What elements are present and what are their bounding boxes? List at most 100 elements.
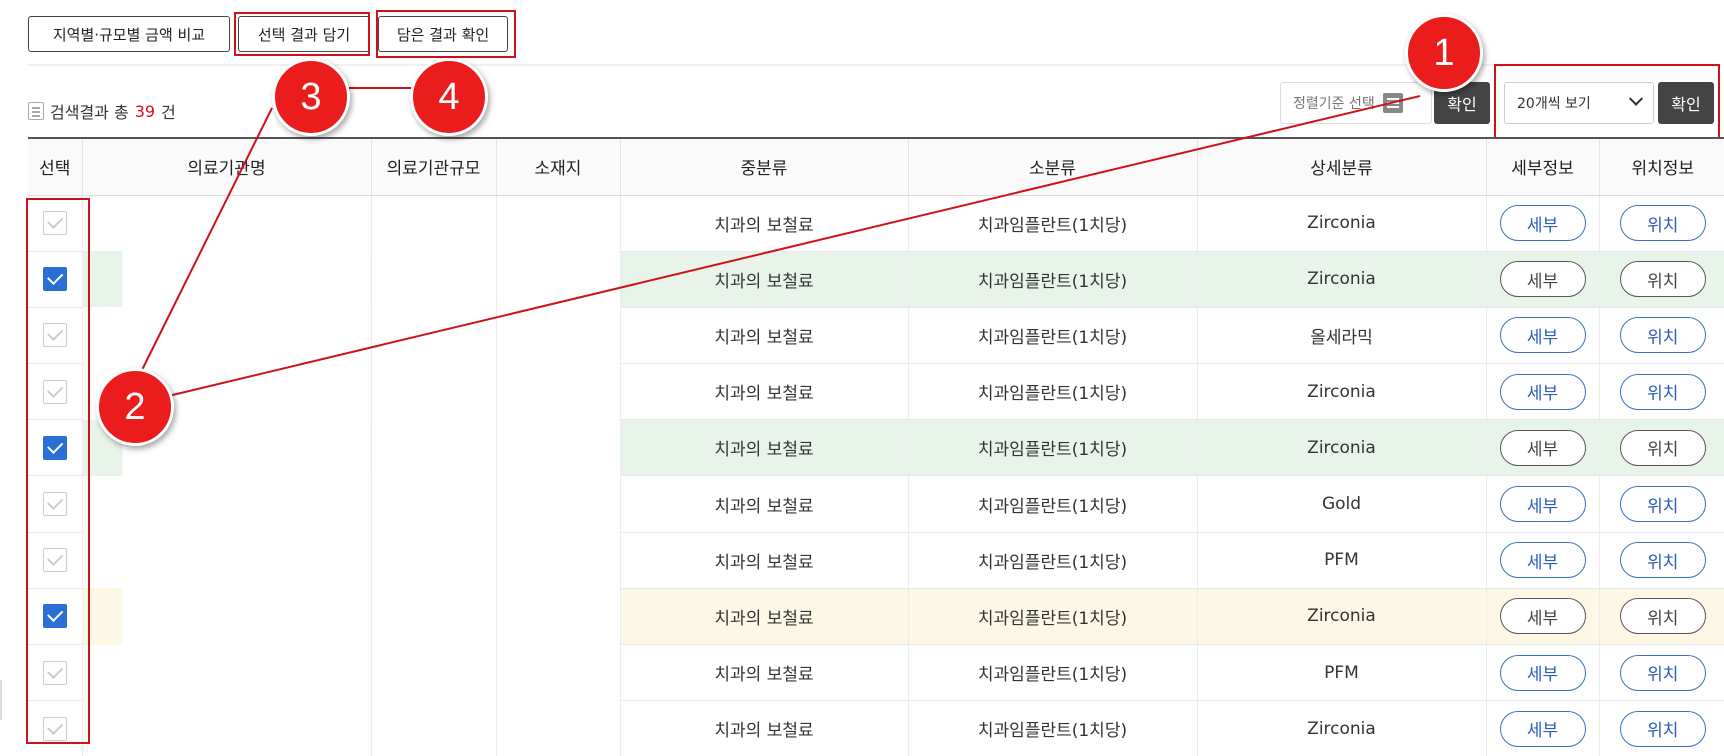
annotation-badge-4: 4 <box>410 58 488 136</box>
detail-category-cell: Zirconia <box>1197 700 1487 756</box>
location-button[interactable]: 위치 <box>1619 710 1706 747</box>
sort-placeholder: 정렬기준 선택 <box>1293 96 1375 112</box>
sub-category-cell: 치과임플란트(1치당) <box>908 532 1198 589</box>
table-row: 치과의 보철료 치과임플란트(1치당) Zirconia 세부 위치 <box>28 419 1724 477</box>
detail-category-cell: Zirconia <box>1197 419 1487 477</box>
select-cell <box>28 307 83 365</box>
location-info-cell: 위치 <box>1599 588 1724 646</box>
detail-info-cell: 세부 <box>1486 700 1600 756</box>
detail-button[interactable]: 세부 <box>1499 261 1586 298</box>
detail-button[interactable]: 세부 <box>1499 205 1586 242</box>
row-checkbox[interactable] <box>42 548 67 573</box>
annotation-badge-3: 3 <box>272 58 350 136</box>
location-info-cell: 위치 <box>1599 363 1724 421</box>
column-header: 선택 <box>28 137 83 196</box>
table-row: 치과의 보철료 치과임플란트(1치당) Zirconia 세부 위치 <box>28 251 1724 308</box>
mid-category-cell: 치과의 보철료 <box>620 419 909 477</box>
row-checkbox[interactable] <box>42 435 67 460</box>
institution-size-cell <box>371 532 497 589</box>
annotation-badge-2: 2 <box>96 368 174 446</box>
detail-button[interactable]: 세부 <box>1499 710 1586 747</box>
location-info-cell: 위치 <box>1599 251 1724 308</box>
view-saved-button[interactable]: 담은 결과 확인 <box>378 16 508 52</box>
location-button[interactable]: 위치 <box>1619 373 1706 410</box>
row-checkbox[interactable] <box>42 323 67 348</box>
institution-size-cell <box>371 588 497 645</box>
institution-name-cell <box>82 195 372 252</box>
institution-size-cell <box>371 307 497 364</box>
document-icon <box>28 102 44 120</box>
location-button[interactable]: 위치 <box>1619 654 1706 691</box>
detail-button[interactable]: 세부 <box>1499 486 1586 523</box>
location-button[interactable]: 위치 <box>1619 429 1706 466</box>
page-edge <box>0 680 2 720</box>
location-info-cell: 위치 <box>1599 419 1724 477</box>
select-cell <box>28 195 83 252</box>
location-cell <box>496 532 621 589</box>
location-cell <box>496 195 621 252</box>
compare-button[interactable]: 지역별·규모별 금액 비교 <box>28 16 230 52</box>
institution-size-cell <box>371 363 497 420</box>
page-size-confirm-button[interactable]: 확인 <box>1658 82 1714 124</box>
location-info-cell: 위치 <box>1599 700 1724 756</box>
detail-category-cell: Zirconia <box>1197 363 1487 421</box>
detail-button[interactable]: 세부 <box>1499 654 1586 691</box>
row-checkbox[interactable] <box>42 211 67 236</box>
location-button[interactable]: 위치 <box>1619 205 1706 242</box>
sub-category-cell: 치과임플란트(1치당) <box>908 700 1198 756</box>
column-header: 소재지 <box>496 137 621 196</box>
row-checkbox[interactable] <box>42 660 67 685</box>
result-summary: 검색결과 총 39 건 <box>28 99 176 123</box>
institution-name-cell <box>82 644 372 701</box>
sort-select[interactable]: 정렬기준 선택 <box>1280 82 1432 124</box>
detail-info-cell: 세부 <box>1486 363 1600 421</box>
location-cell <box>496 475 621 533</box>
detail-info-cell: 세부 <box>1486 475 1600 533</box>
row-checkbox[interactable] <box>42 492 67 517</box>
location-cell <box>496 588 621 645</box>
mid-category-cell: 치과의 보철료 <box>620 644 909 702</box>
top-toolbar: 지역별·규모별 금액 비교 선택 결과 담기 담은 결과 확인 <box>28 16 508 52</box>
location-info-cell: 위치 <box>1599 475 1724 533</box>
save-selected-button[interactable]: 선택 결과 담기 <box>238 16 370 52</box>
location-button[interactable]: 위치 <box>1619 317 1706 354</box>
detail-button[interactable]: 세부 <box>1499 598 1586 635</box>
mid-category-cell: 치과의 보철료 <box>620 195 909 252</box>
mid-category-cell: 치과의 보철료 <box>620 251 909 308</box>
institution-size-cell <box>371 644 497 701</box>
location-button[interactable]: 위치 <box>1619 486 1706 523</box>
result-count: 39 <box>134 101 156 121</box>
row-checkbox[interactable] <box>42 604 67 629</box>
location-button[interactable]: 위치 <box>1619 261 1706 298</box>
select-cell <box>28 419 83 477</box>
mid-category-cell: 치과의 보철료 <box>620 475 909 533</box>
table-row: 치과의 보철료 치과임플란트(1치당) Zirconia 세부 위치 <box>28 700 1724 756</box>
row-checkbox[interactable] <box>42 267 67 292</box>
detail-category-cell: Zirconia <box>1197 588 1487 646</box>
select-cell <box>28 644 83 702</box>
row-checkbox[interactable] <box>42 716 67 741</box>
location-button[interactable]: 위치 <box>1619 598 1706 635</box>
page-size-select[interactable]: 20개씩 보기 <box>1504 82 1654 124</box>
column-header: 중분류 <box>620 137 909 196</box>
chevron-down-icon <box>1628 91 1644 106</box>
institution-name-cell <box>82 475 372 533</box>
table-row: 치과의 보철료 치과임플란트(1치당) PFM 세부 위치 <box>28 644 1724 702</box>
detail-button[interactable]: 세부 <box>1499 373 1586 410</box>
row-checkbox[interactable] <box>42 379 67 404</box>
result-prefix: 검색결과 총 <box>50 103 129 122</box>
institution-name-cell <box>82 700 372 756</box>
detail-category-cell: PFM <box>1197 644 1487 702</box>
location-info-cell: 위치 <box>1599 307 1724 365</box>
detail-button[interactable]: 세부 <box>1499 542 1586 579</box>
sub-category-cell: 치과임플란트(1치당) <box>908 195 1198 252</box>
column-header: 의료기관명 <box>82 137 372 196</box>
table-row: 치과의 보철료 치과임플란트(1치당) Zirconia 세부 위치 <box>28 363 1724 421</box>
detail-button[interactable]: 세부 <box>1499 317 1586 354</box>
institution-name-cell <box>82 251 372 308</box>
select-cell <box>28 588 83 646</box>
detail-button[interactable]: 세부 <box>1499 429 1586 466</box>
annotation-badge-1: 1 <box>1405 14 1483 92</box>
column-header: 상세분류 <box>1197 137 1487 196</box>
location-button[interactable]: 위치 <box>1619 542 1706 579</box>
